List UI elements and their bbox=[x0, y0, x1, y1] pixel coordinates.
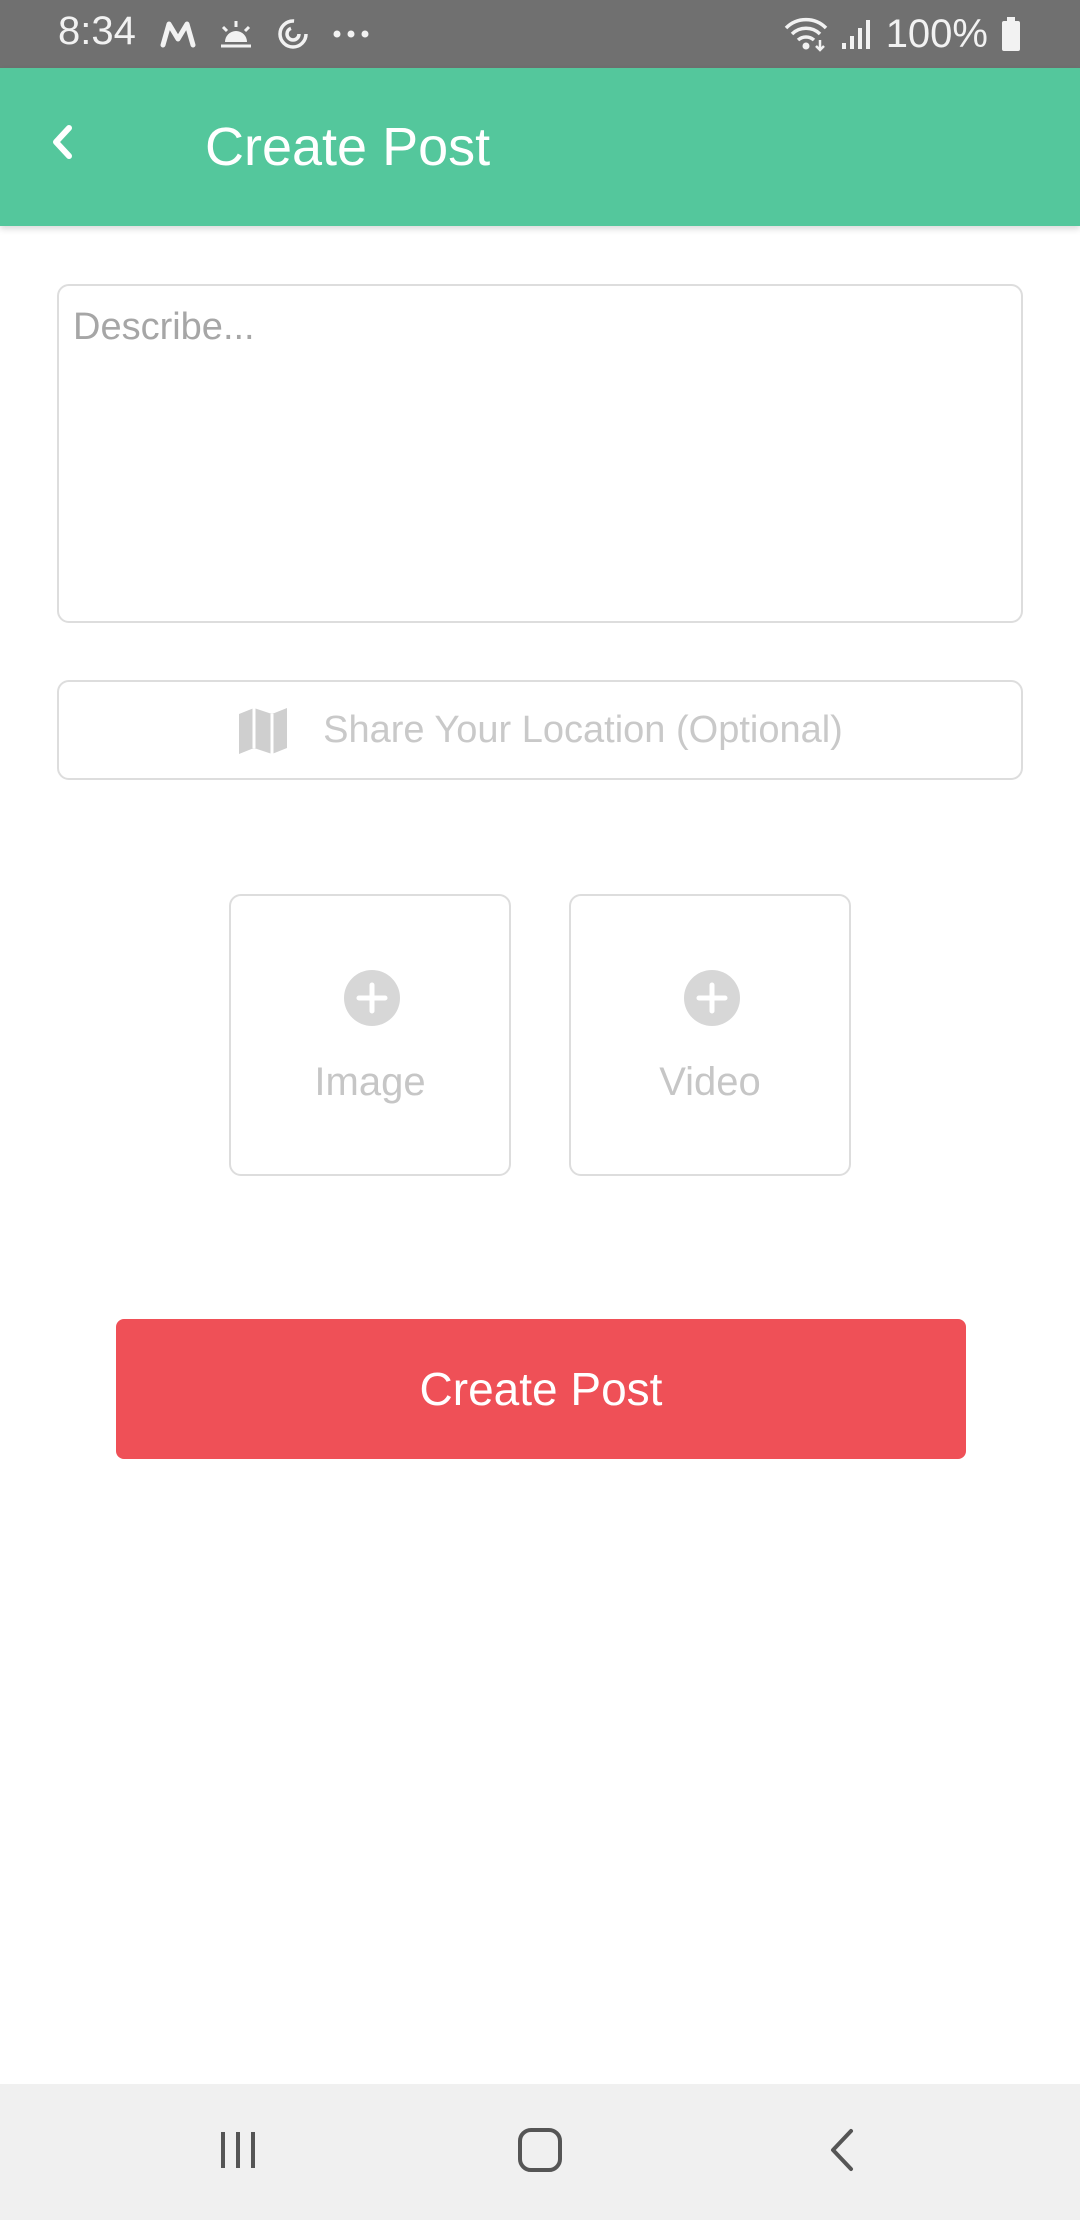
weather-sun-icon bbox=[218, 18, 254, 50]
navigation-bar bbox=[0, 2084, 1080, 2220]
system-back-button[interactable] bbox=[802, 2122, 882, 2182]
status-time: 8:34 bbox=[58, 9, 136, 53]
chevron-left-icon bbox=[47, 122, 77, 167]
add-image-button[interactable]: Image bbox=[229, 894, 511, 1176]
battery-percent: 100% bbox=[885, 11, 988, 56]
wifi-icon bbox=[784, 16, 828, 52]
recents-button[interactable] bbox=[198, 2122, 278, 2182]
app-bar: Create Post bbox=[0, 68, 1080, 226]
plus-circle-icon bbox=[684, 970, 740, 1026]
add-image-label: Image bbox=[314, 1060, 426, 1104]
status-bar: 8:34 100% bbox=[0, 0, 1080, 68]
map-icon bbox=[237, 704, 289, 756]
battery-icon bbox=[1000, 16, 1022, 52]
back-icon bbox=[827, 2127, 857, 2178]
plus-circle-icon bbox=[344, 970, 400, 1026]
share-location-field[interactable]: Share Your Location (Optional) bbox=[57, 680, 1023, 780]
share-location-label: Share Your Location (Optional) bbox=[323, 708, 843, 751]
status-right: 100% bbox=[772, 9, 1022, 59]
describe-field-container bbox=[57, 284, 1023, 623]
back-button[interactable] bbox=[36, 114, 88, 174]
more-dots-icon bbox=[332, 29, 370, 39]
describe-input[interactable] bbox=[59, 286, 1021, 621]
signal-icon bbox=[840, 17, 874, 51]
m-notification-icon bbox=[160, 19, 196, 49]
home-icon bbox=[517, 2127, 563, 2178]
add-video-label: Video bbox=[659, 1060, 761, 1104]
create-post-screen: 8:34 100% Create Post Describe... Share … bbox=[0, 0, 1080, 2220]
add-video-button[interactable]: Video bbox=[569, 894, 851, 1176]
home-button[interactable] bbox=[500, 2122, 580, 2182]
recents-icon bbox=[216, 2128, 260, 2177]
sync-icon bbox=[276, 17, 310, 51]
create-post-button[interactable]: Create Post bbox=[116, 1319, 966, 1459]
status-left-icons bbox=[160, 12, 392, 56]
page-title: Create Post bbox=[205, 117, 491, 177]
